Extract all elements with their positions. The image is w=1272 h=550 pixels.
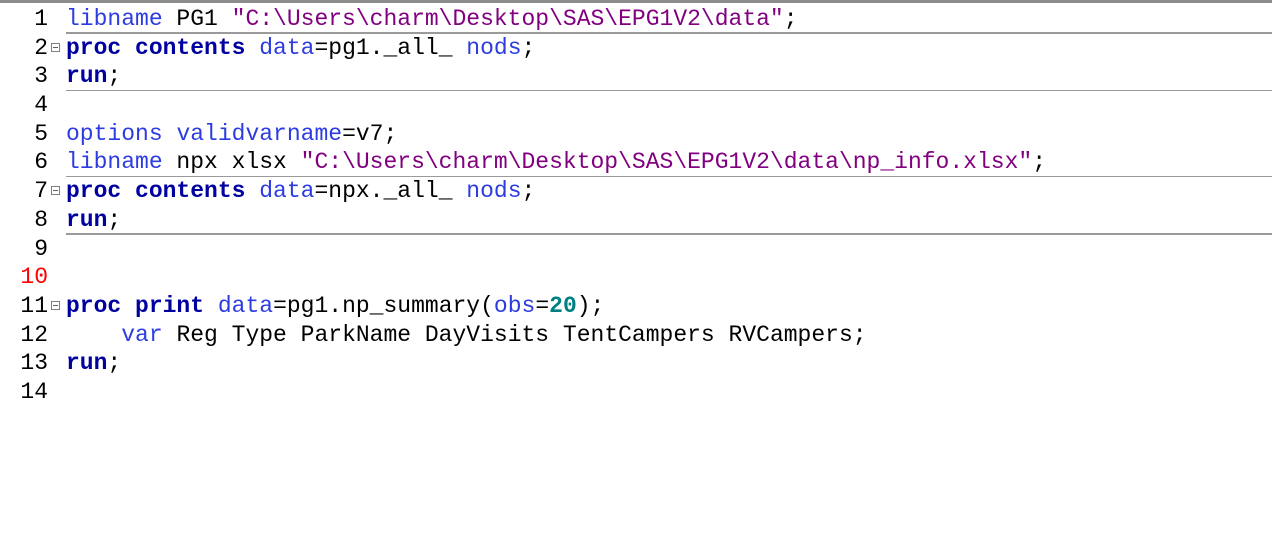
- code-line[interactable]: 7 proc contents data=npx._all_ nods;: [0, 177, 1272, 206]
- code-token-kw: run: [66, 63, 108, 90]
- line-number: 5: [34, 120, 48, 147]
- line-number: 4: [34, 92, 48, 119]
- line-number: 10: [20, 264, 48, 291]
- code-token-txt: );: [576, 292, 605, 319]
- code-line[interactable]: 10: [0, 263, 1272, 292]
- code-token-kw: run: [66, 206, 108, 233]
- code-token-txt: =pg1._all_: [314, 34, 467, 61]
- code-line[interactable]: 8 run;: [0, 206, 1272, 235]
- code-token-str: "C:\Users\charm\Desktop\SAS\EPG1V2\data": [231, 6, 784, 32]
- code-line[interactable]: 13 run;: [0, 349, 1272, 378]
- code-token-txt: ;: [107, 206, 122, 233]
- line-number: 1: [34, 6, 48, 32]
- line-number: 12: [20, 321, 48, 348]
- code-text: libname PG1 "C:\Users\charm\Desktop\SAS\…: [66, 5, 798, 34]
- code-line[interactable]: 9: [0, 235, 1272, 264]
- line-number: 6: [34, 149, 48, 176]
- code-token-txt: =pg1.np_summary(: [273, 292, 494, 319]
- code-text: run;: [66, 206, 121, 235]
- code-token-txt: ;: [783, 6, 798, 32]
- code-line[interactable]: 1 libname PG1 "C:\Users\charm\Desktop\SAS…: [0, 5, 1272, 34]
- code-token-txt: npx xlsx: [162, 149, 301, 176]
- code-token-kw: proc contents: [66, 178, 246, 205]
- line-number: 14: [20, 378, 48, 405]
- line-number: 3: [34, 63, 48, 90]
- code-token-txt: ;: [107, 63, 122, 90]
- line-number: 13: [20, 350, 48, 377]
- code-token-txt: ;: [1032, 149, 1046, 176]
- code-token-opt: data: [259, 34, 315, 61]
- code-line[interactable]: 5 options validvarname=v7;: [0, 120, 1272, 149]
- code-token-txt: =v7;: [342, 120, 398, 147]
- code-token-txt: ;: [521, 34, 536, 61]
- code-text: run;: [66, 62, 121, 91]
- code-token-txt: =npx._all_: [314, 178, 467, 205]
- code-token-opt: data: [259, 178, 315, 205]
- code-text: libname npx xlsx "C:\Users\charm\Desktop…: [66, 148, 1046, 177]
- code-token-num: 20: [549, 292, 577, 319]
- code-token-opt: libname: [66, 149, 163, 176]
- code-line[interactable]: 12 var Reg Type ParkName DayVisits TentC…: [0, 321, 1272, 350]
- code-token-txt: ;: [107, 350, 122, 377]
- code-line[interactable]: 3 run;: [0, 62, 1272, 92]
- code-token-opt: nods: [466, 34, 522, 61]
- code-token-kw: proc print: [66, 292, 205, 319]
- code-token-txt: ;: [521, 178, 536, 205]
- code-line[interactable]: 2 proc contents data=pg1._all_ nods;: [0, 34, 1272, 63]
- code-token-str: "C:\Users\charm\Desktop\SAS\EPG1V2\data\…: [300, 149, 1033, 176]
- code-token-txt: Reg Type ParkName DayVisits TentCampers …: [162, 321, 867, 348]
- code-editor[interactable]: 1 libname PG1 "C:\Users\charm\Desktop\SAS…: [0, 5, 1272, 407]
- collapse-block-icon[interactable]: [51, 186, 60, 196]
- line-number: 7: [34, 178, 48, 205]
- code-token-kw: run: [66, 350, 108, 377]
- collapse-block-icon[interactable]: [51, 300, 60, 310]
- code-text: var Reg Type ParkName DayVisits TentCamp…: [66, 321, 867, 350]
- code-token-opt: validvarname: [176, 120, 343, 147]
- code-token-txt: PG1: [162, 6, 232, 32]
- code-token-kw: proc contents: [66, 34, 246, 61]
- code-token-opt: data: [217, 292, 274, 319]
- line-number: 8: [34, 206, 48, 233]
- code-token-opt: obs: [493, 292, 536, 319]
- code-text: proc print data=pg1.np_summary(obs=20);: [66, 292, 604, 321]
- code-line[interactable]: 6 libname npx xlsx "C:\Users\charm\Deskto…: [0, 148, 1272, 178]
- code-token-opt: nods: [466, 178, 522, 205]
- code-token-txt: =: [535, 292, 550, 319]
- code-text: proc contents data=npx._all_ nods;: [66, 177, 535, 206]
- code-token-opt: var: [121, 321, 163, 348]
- code-line[interactable]: 4: [0, 91, 1272, 120]
- code-text: proc contents data=pg1._all_ nods;: [66, 34, 535, 63]
- line-number: 11: [20, 292, 48, 319]
- code-text: run;: [66, 349, 121, 378]
- code-token-opt: options: [66, 120, 163, 147]
- code-line[interactable]: 14: [0, 378, 1272, 407]
- code-line[interactable]: 11 proc print data=pg1.np_summary(obs=20)…: [0, 292, 1272, 321]
- collapse-block-icon[interactable]: [51, 42, 60, 52]
- code-text: options validvarname=v7;: [66, 120, 397, 149]
- line-number: 9: [34, 235, 48, 262]
- line-number: 2: [34, 34, 48, 61]
- code-token-opt: libname: [66, 6, 163, 32]
